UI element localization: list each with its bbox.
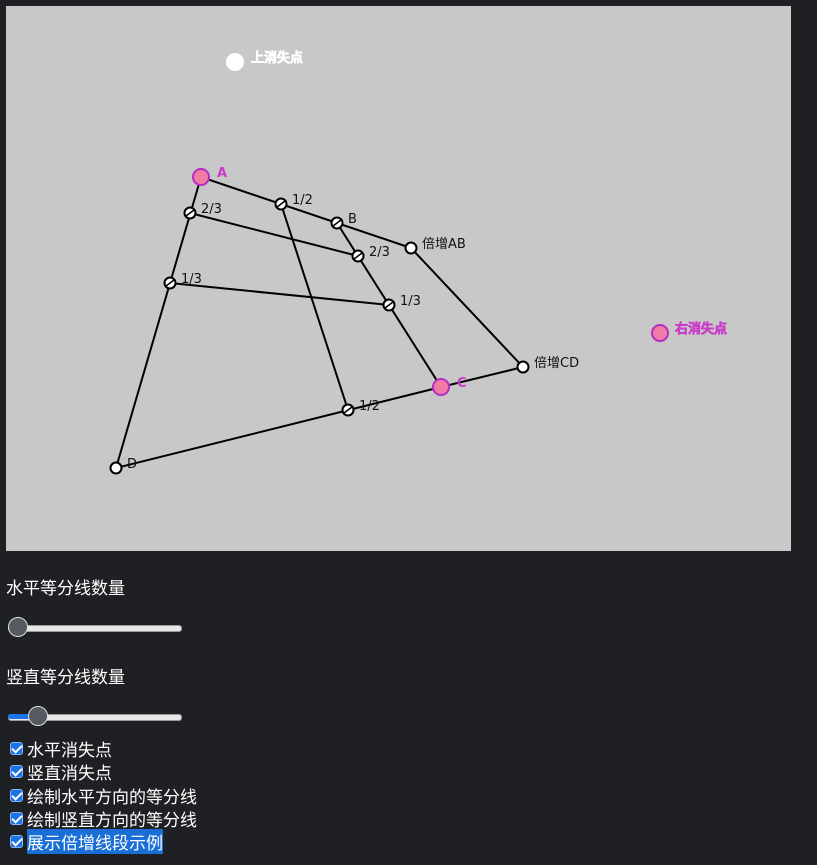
bc-one-third-label: 1/3 — [400, 294, 421, 309]
perspective-drawing[interactable]: 上消失点 右消失点 A C B D 倍增AB 倍增CD 1/2 2/3 2/3 … — [6, 6, 791, 551]
bc-two-thirds-label: 2/3 — [369, 245, 390, 260]
horizontal-one-third-line — [169, 282, 390, 306]
checkbox-checked-icon[interactable] — [10, 742, 23, 756]
horizontal-count-slider[interactable] — [8, 616, 182, 640]
checkbox-label: 竖直消失点 — [27, 764, 112, 785]
point-b — [330, 216, 344, 230]
checkbox-checked-icon[interactable] — [10, 835, 23, 849]
point-ab-half — [274, 197, 288, 211]
double-connector — [410, 247, 524, 368]
checkbox-label: 水平消失点 — [27, 741, 112, 762]
double-cd-label: 倍增CD — [534, 356, 579, 371]
checkbox-label: 绘制水平方向的等分线 — [27, 787, 197, 808]
point-bc-one-third — [382, 298, 396, 312]
dc-half-label: 1/2 — [359, 399, 380, 414]
slider-track — [8, 625, 182, 632]
vertical-count-slider[interactable] — [8, 705, 182, 729]
checkbox-label: 展示倍增线段示例 — [27, 829, 163, 855]
point-ad-one-third — [163, 276, 177, 290]
point-d — [109, 461, 123, 475]
checkbox-draw-horizontal-divisions[interactable]: 绘制水平方向的等分线 — [10, 784, 197, 808]
point-double-cd — [516, 360, 530, 374]
ad-two-thirds-label: 2/3 — [201, 202, 222, 217]
ab-half-label: 1/2 — [292, 193, 313, 208]
point-c-handle[interactable] — [432, 378, 450, 396]
checkbox-show-doubling-example[interactable]: 展示倍增线段示例 — [10, 829, 197, 855]
point-d-label: D — [127, 457, 137, 472]
vertical-half-line — [280, 203, 349, 411]
vertical-count-label: 竖直等分线数量 — [6, 668, 125, 688]
point-double-ab — [404, 241, 418, 255]
extend-cd — [440, 366, 524, 388]
point-dc-half — [341, 403, 355, 417]
checkbox-label: 绘制竖直方向的等分线 — [27, 811, 197, 832]
ad-one-third-label: 1/3 — [181, 272, 202, 287]
checkbox-checked-icon[interactable] — [10, 765, 23, 779]
checkbox-vertical-vanish[interactable]: 竖直消失点 — [10, 760, 197, 785]
grid-lines — [115, 176, 524, 469]
slider-thumb[interactable] — [28, 706, 49, 726]
checkbox-checked-icon[interactable] — [10, 788, 23, 802]
edge-da — [115, 176, 202, 469]
double-ab-label: 倍增AB — [422, 237, 466, 252]
checkbox-checked-icon[interactable] — [10, 812, 23, 826]
point-a-label: A — [217, 166, 227, 181]
horizontal-count-label: 水平等分线数量 — [6, 579, 125, 599]
option-checkboxes: 水平消失点 竖直消失点 绘制水平方向的等分线 绘制竖直方向的等分线 展示倍增线段… — [10, 737, 197, 855]
edge-cd — [115, 386, 442, 469]
point-bc-two-thirds — [351, 249, 365, 263]
point-b-label: B — [348, 212, 357, 227]
checkbox-horizontal-vanish[interactable]: 水平消失点 — [10, 737, 197, 762]
point-c-label: C — [457, 376, 467, 391]
vanish-top-label: 上消失点 — [251, 50, 303, 66]
checkbox-draw-vertical-divisions[interactable]: 绘制竖直方向的等分线 — [10, 807, 197, 832]
perspective-canvas[interactable]: 上消失点 右消失点 A C B D 倍增AB 倍增CD 1/2 2/3 2/3 … — [6, 6, 791, 551]
point-ad-two-thirds — [183, 206, 197, 220]
vanish-right-handle[interactable] — [651, 324, 669, 342]
slider-thumb[interactable] — [8, 617, 28, 637]
vanish-top-handle[interactable] — [226, 53, 244, 71]
point-a-handle[interactable] — [192, 168, 210, 186]
vanish-right-label: 右消失点 — [674, 321, 727, 337]
